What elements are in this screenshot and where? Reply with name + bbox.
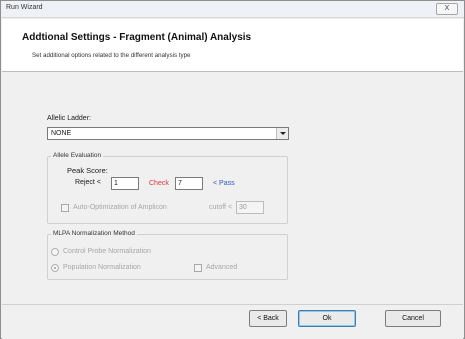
reject-threshold-input[interactable]: 1 <box>111 177 139 190</box>
page-subtitle: Set additional options related to the di… <box>32 52 191 59</box>
close-icon: X <box>444 5 450 12</box>
allelic-ladder-value: NONE <box>51 130 72 137</box>
mlpa-normalization-title: MLPA Normalization Method <box>51 230 137 237</box>
chevron-down-icon[interactable] <box>276 128 288 139</box>
cutoff-label: cutoff < <box>209 204 233 211</box>
population-normalization-label: Population Normalization <box>63 264 141 271</box>
advanced-label: Advanced <box>206 264 238 271</box>
auto-optimization-label: Auto-Optimization of Amplicon <box>73 204 167 211</box>
cutoff-value: 30 <box>239 204 247 211</box>
page-title: Addtional Settings - Fragment (Animal) A… <box>22 32 252 43</box>
allele-evaluation-title: Allele Evaluation <box>51 152 104 159</box>
window-title: Run Wizard <box>6 4 43 11</box>
control-probe-label: Control Probe Normalization <box>63 248 151 255</box>
check-threshold-value: 7 <box>178 180 182 187</box>
title-bar: Run Wizard X <box>1 1 464 18</box>
back-button[interactable]: < Back <box>249 310 287 327</box>
allelic-ladder-label: Allelic Ladder: <box>47 115 91 122</box>
control-probe-radio[interactable] <box>51 248 59 256</box>
pass-label: < Pass <box>213 180 235 187</box>
check-threshold-input[interactable]: 7 <box>175 177 203 190</box>
allelic-ladder-dropdown[interactable]: NONE <box>47 127 289 140</box>
mlpa-normalization-group <box>47 234 288 280</box>
cancel-button[interactable]: Cancel <box>385 310 441 327</box>
check-label: Check <box>149 180 169 187</box>
cutoff-input[interactable]: 30 <box>236 201 264 214</box>
peak-score-label: Peak Score: <box>67 166 108 175</box>
auto-optimization-checkbox[interactable] <box>61 204 69 212</box>
ok-button[interactable]: Ok <box>298 310 356 327</box>
close-button[interactable]: X <box>436 3 458 15</box>
advanced-checkbox[interactable] <box>194 264 202 272</box>
wizard-header: Addtional Settings - Fragment (Animal) A… <box>2 19 463 72</box>
population-normalization-radio[interactable] <box>51 264 59 272</box>
run-wizard-window: Run Wizard X Addtional Settings - Fragme… <box>0 0 465 339</box>
reject-label: Reject < <box>75 179 101 186</box>
reject-threshold-value: 1 <box>114 180 118 187</box>
